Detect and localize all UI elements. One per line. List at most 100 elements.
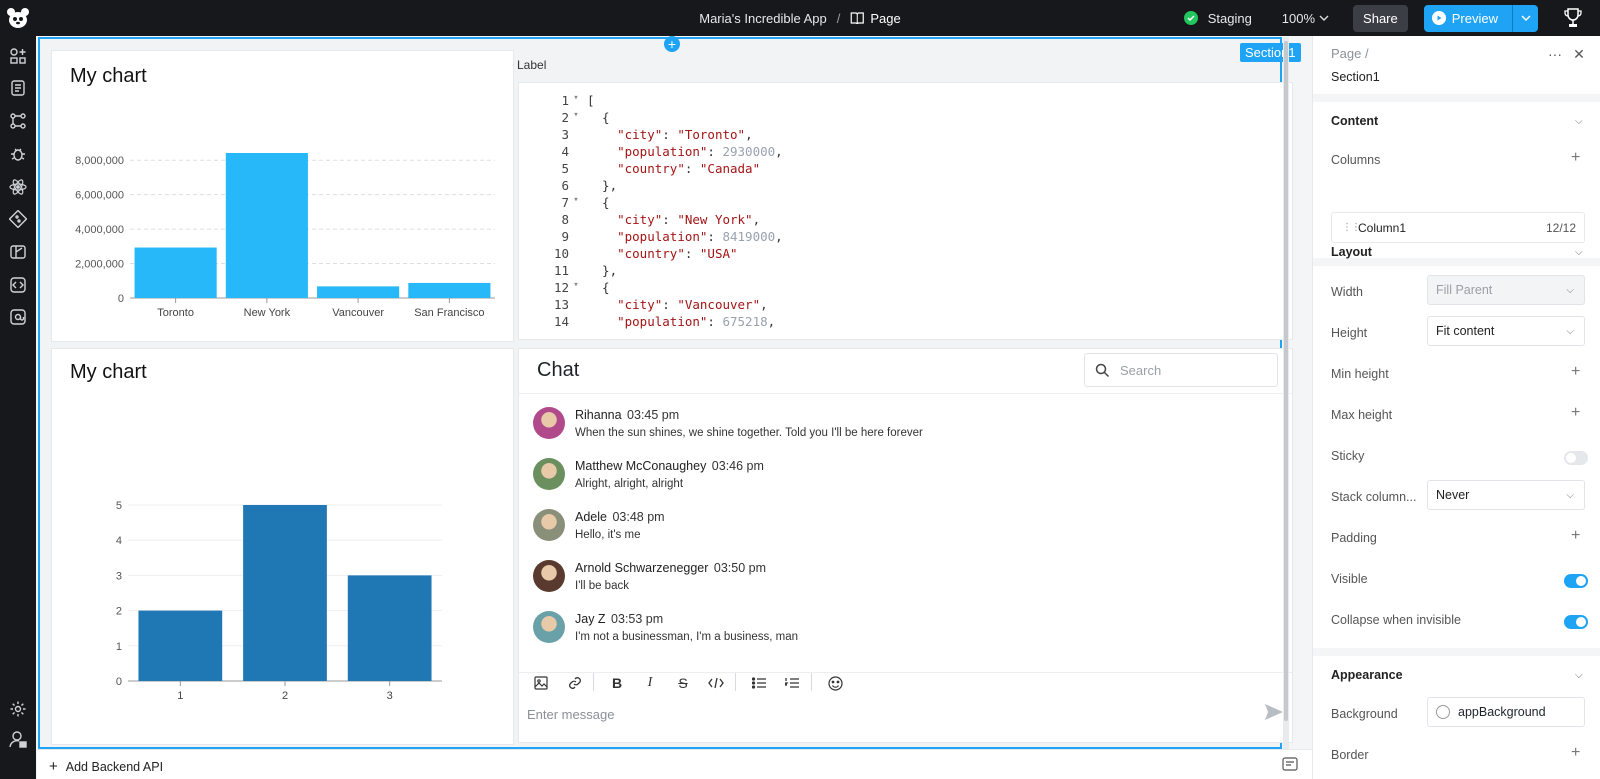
code-icon[interactable]	[8, 275, 28, 295]
bullet-list-icon[interactable]	[749, 673, 769, 693]
y-tick-label: 3	[116, 570, 122, 582]
avatar[interactable]	[533, 509, 565, 541]
section-badge[interactable]: Section1	[1240, 43, 1301, 62]
layout-heading-label[interactable]: Layout	[1331, 245, 1372, 259]
code-line[interactable]: 14 "population": 675218,	[519, 314, 1292, 331]
user-lock-icon[interactable]	[8, 729, 28, 749]
code-line[interactable]: 11 },	[519, 263, 1292, 280]
add-max-height-plus-icon[interactable]: +	[1571, 404, 1580, 422]
code-line[interactable]: 3 "city": "Toronto",	[519, 127, 1292, 144]
share-button[interactable]: Share	[1353, 4, 1408, 32]
send-icon[interactable]	[1264, 703, 1284, 723]
chat-search-input[interactable]: Search	[1084, 353, 1278, 387]
git-icon[interactable]	[8, 209, 28, 229]
pages-icon[interactable]	[8, 78, 28, 98]
environment-selector[interactable]: Staging	[1208, 11, 1252, 26]
app-logo-icon[interactable]	[4, 4, 32, 32]
close-icon[interactable]: ✕	[1571, 46, 1587, 62]
avatar[interactable]	[533, 560, 565, 592]
avatar[interactable]	[533, 611, 565, 643]
chat-header-divider	[519, 393, 1292, 394]
background-color-field[interactable]: appBackground	[1427, 697, 1585, 727]
add-section-plus-icon[interactable]: +	[664, 36, 680, 52]
chat-message: Arnold Schwarzenegger 03:50 pm I'll be ba…	[533, 560, 1273, 600]
add-padding-plus-icon[interactable]: +	[1571, 527, 1580, 545]
bar[interactable]	[317, 286, 400, 298]
visible-toggle[interactable]	[1564, 574, 1588, 588]
chevron-down-icon[interactable]: ⌵	[1575, 247, 1583, 258]
console-icon[interactable]	[1282, 757, 1298, 771]
bar[interactable]	[408, 282, 491, 298]
workflows-icon[interactable]	[8, 111, 28, 131]
zoom-selector[interactable]: 100%	[1282, 11, 1329, 26]
content-heading[interactable]: Content	[1331, 114, 1378, 128]
add-column-plus-icon[interactable]: +	[1571, 149, 1580, 167]
add-min-height-plus-icon[interactable]: +	[1571, 363, 1580, 381]
image-icon[interactable]	[531, 673, 551, 693]
code-line[interactable]: 8 "city": "New York",	[519, 212, 1292, 229]
code-block-icon[interactable]	[706, 673, 726, 693]
bold-icon[interactable]: B	[607, 673, 627, 693]
panel-breadcrumb[interactable]: Page /	[1331, 46, 1369, 61]
column-item[interactable]: ⋮⋮ Column1 12/12	[1331, 212, 1585, 243]
bar[interactable]	[134, 247, 217, 298]
fold-arrow-icon[interactable]: ▾	[571, 110, 581, 127]
fold-arrow-icon[interactable]: ▾	[571, 195, 581, 212]
add-backend-api-button[interactable]: + Add Backend API	[49, 758, 163, 775]
line-number: 13	[553, 297, 569, 312]
preview-button[interactable]: Preview	[1423, 4, 1512, 32]
canvas-scrollbar[interactable]	[1283, 37, 1289, 749]
fold-arrow-icon[interactable]: ▾	[571, 280, 581, 297]
code-line[interactable]: 6 },	[519, 178, 1292, 195]
code-line[interactable]: 13 "city": "Vancouver",	[519, 297, 1292, 314]
widgets-icon[interactable]	[8, 46, 28, 66]
app-name[interactable]: Maria's Incredible App	[699, 11, 827, 26]
chevron-down-icon[interactable]: ⌵	[1575, 670, 1583, 681]
bar[interactable]	[138, 610, 223, 681]
bar[interactable]	[225, 153, 308, 298]
italic-icon[interactable]: I	[640, 673, 660, 693]
sticky-toggle[interactable]	[1564, 451, 1588, 465]
stack-columns-select[interactable]: Never ⌵	[1427, 480, 1585, 510]
strikethrough-icon[interactable]: S	[673, 673, 693, 693]
code-line[interactable]: 1 ▾ [	[519, 93, 1292, 110]
chevron-down-icon[interactable]: ⌵	[1575, 116, 1583, 127]
height-select[interactable]: Fit content ⌵	[1427, 316, 1585, 346]
chart-card-2[interactable]: My chart 012345123	[51, 348, 514, 745]
bar[interactable]	[347, 575, 432, 681]
at-sign-icon[interactable]	[8, 307, 28, 327]
emoji-icon[interactable]	[825, 673, 845, 693]
code-line[interactable]: 9 "population": 8419000,	[519, 229, 1292, 246]
numbered-list-icon[interactable]	[782, 673, 802, 693]
appearance-heading[interactable]: Appearance	[1331, 668, 1403, 682]
width-select[interactable]: Fill Parent ⌵	[1427, 275, 1585, 305]
trophy-icon[interactable]	[1560, 5, 1586, 31]
library-icon[interactable]	[8, 242, 28, 262]
x-tick-label: 2	[282, 690, 288, 702]
fold-arrow-icon[interactable]: ▾	[571, 93, 581, 110]
more-options-icon[interactable]: ···	[1547, 46, 1563, 62]
add-border-plus-icon[interactable]: +	[1571, 744, 1580, 762]
code-line[interactable]: 2 ▾ {	[519, 110, 1292, 127]
avatar[interactable]	[533, 458, 565, 490]
collapse-toggle[interactable]	[1564, 615, 1588, 629]
json-code-editor[interactable]: 1 ▾[2 ▾ {3 "city": "Toronto", 4 "population…	[518, 82, 1293, 340]
code-line[interactable]: 7 ▾ {	[519, 195, 1292, 212]
react-icon[interactable]	[8, 177, 28, 197]
link-icon[interactable]	[565, 673, 585, 693]
settings-gear-icon[interactable]	[8, 699, 28, 719]
scrollbar-thumb[interactable]	[1284, 41, 1288, 721]
chart-card-1[interactable]: My chart 0 2,000,000 4,000,000 6,000,000 8,0…	[51, 50, 514, 342]
chevron-down-icon	[1319, 15, 1329, 21]
message-input[interactable]: Enter message	[527, 707, 614, 722]
avatar[interactable]	[533, 407, 565, 439]
code-line[interactable]: 4 "population": 2930000,	[519, 144, 1292, 161]
bar[interactable]	[243, 505, 327, 681]
bug-icon[interactable]	[8, 144, 28, 164]
code-line[interactable]: 5 "country": "Canada"	[519, 161, 1292, 178]
preview-dropdown-button[interactable]	[1512, 4, 1538, 32]
padding-label: Padding	[1331, 531, 1377, 545]
code-line[interactable]: 12 ▾ {	[519, 280, 1292, 297]
code-line[interactable]: 10 "country": "USA"	[519, 246, 1292, 263]
page-selector[interactable]: Page	[850, 11, 901, 26]
